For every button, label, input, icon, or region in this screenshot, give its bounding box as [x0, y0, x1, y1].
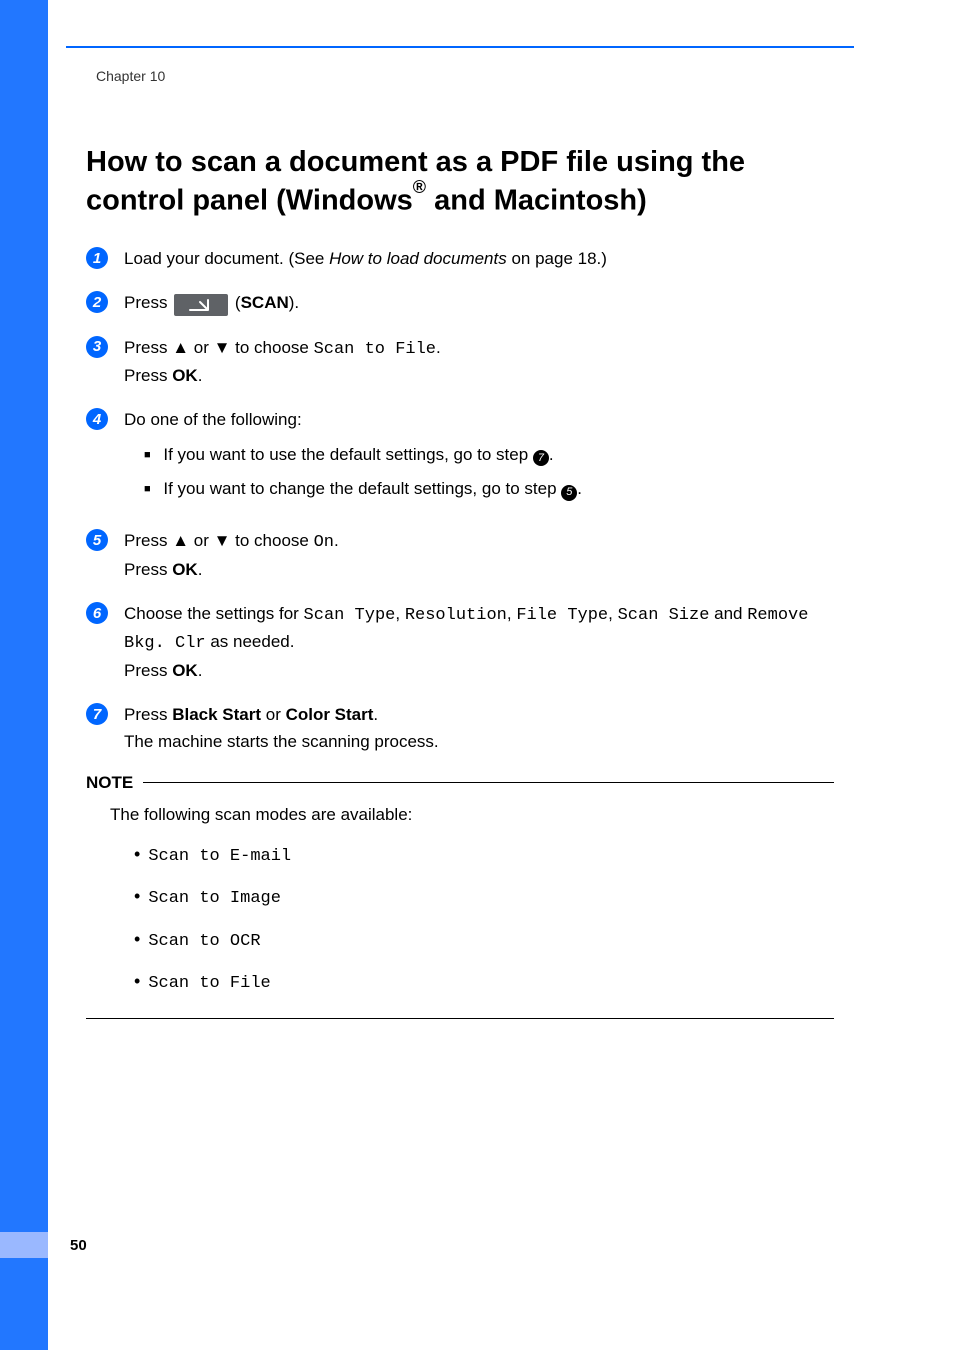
registered-mark: ®	[413, 177, 426, 197]
down-arrow-icon: ▼	[214, 338, 231, 357]
page-number: 50	[70, 1237, 87, 1254]
title-part-2: and Macintosh)	[426, 184, 647, 216]
menu-option: Scan Size	[618, 606, 710, 625]
scan-key-icon	[174, 294, 228, 316]
menu-option: File Type	[516, 606, 608, 625]
step-text: The machine starts the scanning process.	[124, 729, 439, 755]
step-text: .	[577, 479, 582, 498]
step-text: Do one of the following:	[124, 407, 582, 433]
step-4: 4 Do one of the following: If you want t…	[86, 407, 854, 510]
down-arrow-icon: ▼	[214, 531, 231, 550]
step-text: to choose	[230, 338, 313, 357]
menu-option: On	[314, 533, 334, 552]
step-text: ,	[395, 604, 404, 623]
page-title: How to scan a document as a PDF file usi…	[86, 144, 834, 220]
scan-mode-item: Scan to File	[148, 974, 270, 993]
step-ref-badge: 5	[561, 485, 577, 501]
step-3: 3 Press ▲ or ▼ to choose Scan to File. P…	[86, 335, 854, 390]
step-text: or	[189, 338, 214, 357]
step-badge: 3	[86, 336, 108, 358]
note-block: NOTE The following scan modes are availa…	[86, 773, 834, 1019]
step-text: Press	[124, 338, 172, 357]
step-text: and	[709, 604, 747, 623]
step-text: .	[334, 531, 339, 550]
step-ref-badge: 7	[533, 450, 549, 466]
scan-mode-item: Scan to OCR	[148, 932, 260, 951]
step-text: Press	[124, 560, 172, 579]
steps-list: 1 Load your document. (See How to load d…	[86, 246, 854, 755]
step-text: Press	[124, 531, 172, 550]
chapter-label: Chapter 10	[96, 68, 854, 84]
ok-key: OK	[172, 661, 198, 680]
menu-option: Scan to File	[314, 340, 436, 359]
step-text: Press	[124, 366, 172, 385]
step-badge: 5	[86, 529, 108, 551]
step-badge: 6	[86, 602, 108, 624]
note-rule	[143, 782, 834, 783]
note-label: NOTE	[86, 773, 133, 793]
black-start-key: Black Start	[172, 705, 261, 724]
step-text: to choose	[230, 531, 313, 550]
step-text: .	[436, 338, 441, 357]
step-text: .	[198, 661, 203, 680]
color-start-key: Color Start	[286, 705, 374, 724]
up-arrow-icon: ▲	[172, 338, 189, 357]
step-text: .	[549, 445, 554, 464]
step-text: .	[198, 560, 203, 579]
step-text: or	[261, 705, 286, 724]
step-1: 1 Load your document. (See How to load d…	[86, 246, 854, 272]
step-text: If you want to use the default settings,…	[163, 445, 533, 464]
step-badge: 1	[86, 247, 108, 269]
step-5: 5 Press ▲ or ▼ to choose On. Press OK.	[86, 528, 854, 583]
step-text: ).	[289, 293, 299, 312]
step-badge: 4	[86, 408, 108, 430]
step-text: .	[198, 366, 203, 385]
step-text: Press	[124, 293, 172, 312]
top-rule	[66, 46, 854, 48]
step-text: Press	[124, 661, 172, 680]
step-text: ,	[507, 604, 516, 623]
step-2: 2 Press (SCAN).	[86, 290, 854, 316]
scan-label: SCAN	[241, 293, 289, 312]
menu-option: Scan Type	[304, 606, 396, 625]
step-text: If you want to change the default settin…	[163, 479, 561, 498]
step-text: Choose the settings for	[124, 604, 304, 623]
ok-key: OK	[172, 560, 198, 579]
side-accent-bar	[0, 0, 48, 1350]
note-end-rule	[86, 1018, 834, 1019]
link-how-to-load[interactable]: How to load documents	[329, 249, 507, 268]
step-7: 7 Press Black Start or Color Start. The …	[86, 702, 854, 755]
step-text: or	[189, 531, 214, 550]
note-intro: The following scan modes are available:	[110, 799, 834, 831]
page-number-band	[0, 1232, 48, 1258]
step-text: ,	[608, 604, 617, 623]
step-text: Load your document. (See	[124, 249, 329, 268]
step-badge: 2	[86, 291, 108, 313]
page-content: Chapter 10 How to scan a document as a P…	[48, 0, 954, 1019]
step-badge: 7	[86, 703, 108, 725]
step-text: as needed.	[206, 632, 295, 651]
step-6: 6 Choose the settings for Scan Type, Res…	[86, 601, 854, 684]
menu-option: Resolution	[405, 606, 507, 625]
scan-mode-item: Scan to Image	[148, 889, 281, 908]
step-text: on page 18.)	[507, 249, 607, 268]
step-text: Press	[124, 705, 172, 724]
step-text: .	[373, 705, 378, 724]
up-arrow-icon: ▲	[172, 531, 189, 550]
ok-key: OK	[172, 366, 198, 385]
scan-mode-item: Scan to E-mail	[148, 847, 291, 866]
